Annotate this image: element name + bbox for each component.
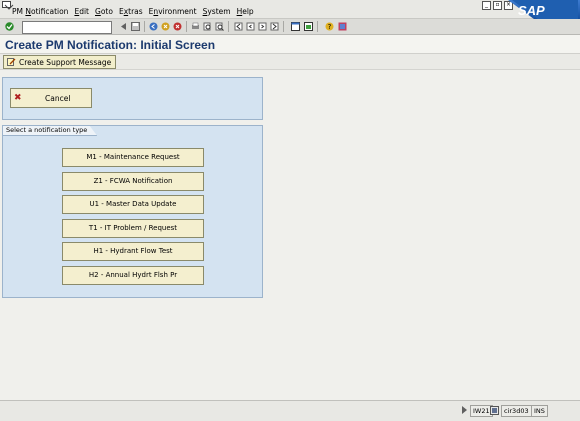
help-icon[interactable]: ?	[325, 22, 334, 31]
cancel-button[interactable]: ✖ Cancel	[10, 88, 92, 108]
create-support-message-label: Create Support Message	[19, 57, 112, 67]
next-page-icon[interactable]	[258, 22, 267, 31]
maximize-icon[interactable]: ▫	[493, 1, 502, 10]
command-field[interactable]	[22, 21, 112, 34]
new-session-icon[interactable]	[291, 22, 300, 31]
enter-check-icon[interactable]	[5, 22, 14, 31]
shortcut-icon[interactable]	[304, 22, 313, 31]
menu-goto[interactable]: Goto	[95, 7, 113, 16]
status-insert-mode: INS	[531, 405, 548, 417]
customize-layout-icon[interactable]	[338, 22, 347, 31]
back-arrow-icon[interactable]	[119, 22, 128, 31]
notification-type-group: Select a notification type M1 - Maintena…	[2, 125, 263, 298]
cancel-panel: ✖ Cancel	[2, 77, 263, 120]
cancel-x-icon: ✖	[14, 93, 22, 103]
save-icon[interactable]	[131, 22, 140, 31]
notification-type-button[interactable]: H1 - Hydrant Flow Test	[62, 242, 204, 261]
menu-edit[interactable]: Edit	[74, 7, 89, 16]
svg-text:?: ?	[328, 23, 332, 31]
status-bar: IW21 cir3d03 INS	[0, 400, 580, 421]
menu-system[interactable]: System	[203, 7, 231, 16]
notification-type-button[interactable]: Z1 - FCWA Notification	[62, 172, 204, 191]
minimize-icon[interactable]: _	[482, 1, 491, 10]
print-icon[interactable]	[191, 22, 200, 31]
application-toolbar: Create Support Message	[0, 54, 580, 70]
back-icon[interactable]	[149, 22, 158, 31]
exit-icon[interactable]	[161, 22, 170, 31]
menu-help[interactable]: Help	[237, 7, 254, 16]
find-next-icon[interactable]	[215, 22, 224, 31]
notification-type-button[interactable]: T1 - IT Problem / Request	[62, 219, 204, 238]
menu-bar: PM Notification Edit Goto Extras Environment…	[0, 0, 580, 22]
menu-extras[interactable]: Extras	[119, 7, 143, 16]
notification-type-button[interactable]: M1 - Maintenance Request	[62, 148, 204, 167]
create-support-message-button[interactable]: Create Support Message	[3, 55, 117, 69]
menu-list: PM Notification Edit Goto Extras Environment…	[12, 7, 260, 16]
find-icon[interactable]	[203, 22, 212, 31]
sap-logo-text: SAP	[518, 3, 545, 18]
first-page-icon[interactable]	[234, 22, 243, 31]
menu-pm-notification[interactable]: PM Notification	[12, 7, 68, 16]
standard-toolbar: ?	[0, 19, 580, 35]
menu-environment[interactable]: Environment	[149, 7, 197, 16]
title-bar: Create PM Notification: Initial Screen	[0, 35, 580, 54]
previous-page-icon[interactable]	[246, 22, 255, 31]
pencil-note-icon	[7, 58, 16, 66]
status-server: cir3d03	[501, 405, 532, 417]
status-expand-icon[interactable]	[462, 406, 467, 414]
cancel-icon[interactable]	[173, 22, 182, 31]
notification-type-button[interactable]: U1 - Master Data Update	[62, 195, 204, 214]
group-title: Select a notification type	[3, 126, 98, 136]
cancel-label: Cancel	[45, 94, 71, 103]
server-info-icon[interactable]	[490, 406, 499, 415]
last-page-icon[interactable]	[270, 22, 279, 31]
notification-type-button[interactable]: H2 - Annual Hydrt Flsh Pr	[62, 266, 204, 285]
page-title: Create PM Notification: Initial Screen	[5, 38, 216, 52]
